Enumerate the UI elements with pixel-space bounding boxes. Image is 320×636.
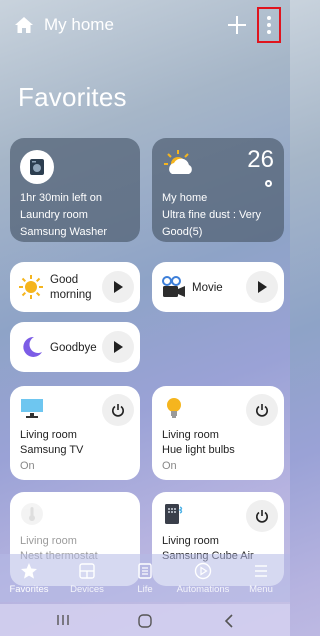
run-scene-button[interactable] [102, 331, 134, 363]
add-button[interactable] [226, 14, 248, 36]
play-icon [258, 281, 267, 293]
play-icon [114, 341, 123, 353]
device-room: Living room [20, 429, 77, 441]
automation-play-icon [194, 562, 212, 580]
device-room: Living room [162, 429, 219, 441]
partly-sunny-icon [164, 150, 192, 174]
life-icon [138, 563, 152, 579]
nav-menu[interactable]: Menu [232, 562, 290, 595]
temperature: 26 [247, 146, 274, 173]
star-icon [21, 563, 37, 579]
nav-life[interactable]: Life [116, 562, 174, 595]
dust-label: Ultra fine dust : Very [162, 209, 262, 221]
run-scene-button[interactable] [102, 271, 134, 303]
washer-status: 1hr 30min left on Laundry room Samsung W… [20, 190, 107, 241]
scene-label: Good morning [50, 273, 92, 303]
hamburger-icon [255, 565, 267, 577]
nav-devices[interactable]: Devices [58, 562, 116, 595]
power-icon [112, 404, 124, 417]
home-icon[interactable] [14, 16, 34, 34]
video-camera-icon [162, 276, 185, 297]
tv-icon [21, 399, 43, 418]
device-room: Living room [20, 535, 77, 547]
sun-icon [19, 275, 43, 299]
moon-icon [23, 336, 42, 357]
nav-label: Life [137, 584, 153, 595]
device-room: Living room [162, 535, 219, 547]
device-state: On [20, 460, 35, 472]
washer-card[interactable]: 1hr 30min left on Laundry room Samsung W… [10, 138, 140, 242]
power-icon [256, 510, 268, 523]
scene-good-morning[interactable]: Good morning [10, 262, 140, 312]
scene-label-line2: morning [50, 289, 92, 301]
devices-icon [79, 563, 95, 579]
scene-movie[interactable]: Movie [152, 262, 284, 312]
air-purifier-icon [165, 504, 183, 524]
nav-favorites[interactable]: Favorites [0, 562, 58, 595]
power-icon [256, 404, 268, 417]
scene-label-line1: Good [50, 274, 79, 286]
system-nav-bar [0, 604, 290, 636]
thermometer-icon [21, 503, 43, 525]
device-card-samsung-tv[interactable]: Living room Samsung TV On [10, 386, 140, 480]
bottom-nav: Favorites Devices Life Automations Menu [0, 554, 290, 602]
device-name: Samsung TV [20, 444, 84, 456]
more-options-button[interactable] [257, 7, 281, 43]
weather-card[interactable]: 26 My home Ultra fine dust : Very Good(5… [152, 138, 284, 242]
washer-device: Samsung Washer [20, 226, 108, 238]
dust-value: Good(5) [162, 226, 203, 238]
degree-icon [265, 180, 272, 187]
nav-label: Menu [249, 584, 273, 595]
washer-icon [20, 150, 54, 184]
home-title[interactable]: My home [44, 15, 114, 35]
back-icon[interactable] [224, 614, 234, 628]
scene-goodbye[interactable]: Goodbye [10, 322, 140, 372]
nav-label: Automations [176, 584, 230, 595]
page-heading: Favorites [18, 82, 127, 112]
recent-apps-icon[interactable] [56, 614, 70, 626]
power-button[interactable] [102, 394, 134, 426]
top-bar: My home [0, 0, 290, 52]
bulb-icon [167, 398, 181, 418]
weather-info: My home Ultra fine dust : Very Good(5) [162, 190, 261, 241]
nav-automations[interactable]: Automations [174, 562, 232, 595]
weather-location: My home [162, 192, 208, 204]
device-state: On [162, 460, 177, 472]
home-button-icon[interactable] [138, 614, 152, 628]
nav-label: Favorites [9, 584, 49, 595]
washer-time-left: 1hr 30min left on [20, 192, 102, 204]
power-button[interactable] [246, 500, 278, 532]
power-button[interactable] [246, 394, 278, 426]
more-vertical-icon [267, 16, 271, 34]
scene-label: Goodbye [50, 342, 97, 354]
nav-label: Devices [70, 584, 104, 595]
washer-room: Laundry room [20, 209, 88, 221]
play-icon [114, 281, 123, 293]
scene-label: Movie [192, 282, 223, 294]
run-scene-button[interactable] [246, 271, 278, 303]
device-card-hue-light-bulbs[interactable]: Living room Hue light bulbs On [152, 386, 284, 480]
device-name: Hue light bulbs [162, 444, 235, 456]
